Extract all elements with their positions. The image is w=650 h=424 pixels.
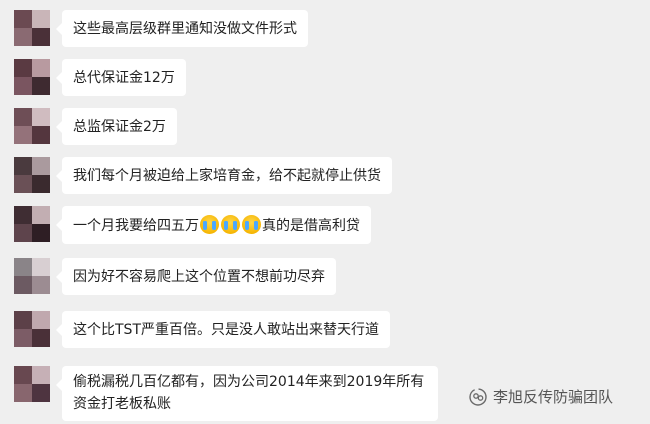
message-text-after: 真的是借高利贷 [262, 218, 360, 234]
message-text: 因为好不容易爬上这个位置不想前功尽弃 [73, 269, 325, 285]
avatar-pixel [14, 157, 32, 175]
avatar-pixel [14, 311, 32, 329]
message-bubble[interactable]: 总监保证金2万 [56, 108, 177, 145]
avatar-pixel [32, 10, 50, 28]
message-text: 总代保证金12万 [73, 70, 175, 86]
avatar-pixel [14, 175, 32, 193]
avatar-pixel [32, 366, 50, 384]
crying-face-icon [200, 215, 219, 234]
message-bubble[interactable]: 一个月我要给四五万 真的是借高利贷 [56, 206, 371, 244]
message-bubble[interactable]: 这些最高层级群里通知没做文件形式 [56, 10, 308, 47]
chat-message: 总监保证金2万 [14, 108, 177, 145]
message-bubble[interactable]: 偷税漏税几百亿都有，因为公司2014年来到2019年所有资金打老板私账 [56, 366, 438, 421]
avatar-pixel [14, 384, 32, 402]
avatar-pixel [32, 59, 50, 77]
avatar-pixel [32, 175, 50, 193]
avatar-pixel [32, 28, 50, 46]
avatar-pixel [14, 276, 32, 294]
message-bubble[interactable]: 总代保证金12万 [56, 59, 186, 96]
message-text-before: 一个月我要给四五万 [73, 218, 199, 234]
chat-message: 这个比TST严重百倍。只是没人敢站出来替天行道 [14, 311, 390, 348]
message-bubble[interactable]: 这个比TST严重百倍。只是没人敢站出来替天行道 [56, 311, 390, 348]
message-text: 这些最高层级群里通知没做文件形式 [73, 21, 297, 37]
avatar[interactable] [14, 108, 50, 144]
watermark-text: 李旭反传防骗团队 [493, 388, 614, 406]
message-text: 偷税漏税几百亿都有，因为公司2014年来到2019年所有资金打老板私账 [73, 374, 425, 412]
avatar-pixel [14, 126, 32, 144]
avatar-pixel [32, 258, 50, 276]
avatar-pixel [32, 126, 50, 144]
avatar[interactable] [14, 366, 50, 402]
avatar-pixel [32, 206, 50, 224]
message-text: 总监保证金2万 [73, 119, 166, 135]
avatar-pixel [14, 224, 32, 242]
chat-message: 偷税漏税几百亿都有，因为公司2014年来到2019年所有资金打老板私账 [14, 366, 438, 421]
avatar-pixel [14, 77, 32, 95]
chat-history: 这些最高层级群里通知没做文件形式 总代保证金12万 总监保证金2万 我们每个月被… [0, 0, 650, 424]
chat-message: 我们每个月被迫给上家培育金，给不起就停止供货 [14, 157, 392, 194]
avatar[interactable] [14, 311, 50, 347]
message-text: 我们每个月被迫给上家培育金，给不起就停止供货 [73, 168, 381, 184]
avatar-pixel [32, 77, 50, 95]
wechat-official-account-icon [469, 387, 487, 406]
avatar[interactable] [14, 206, 50, 242]
message-text: 这个比TST严重百倍。只是没人敢站出来替天行道 [73, 322, 379, 338]
avatar-pixel [14, 28, 32, 46]
avatar[interactable] [14, 59, 50, 95]
avatar-pixel [14, 329, 32, 347]
avatar-pixel [14, 59, 32, 77]
avatar-pixel [14, 366, 32, 384]
chat-message: 总代保证金12万 [14, 59, 186, 96]
chat-message: 一个月我要给四五万 真的是借高利贷 [14, 206, 371, 244]
avatar[interactable] [14, 10, 50, 46]
avatar[interactable] [14, 258, 50, 294]
watermark: 李旭反传防骗团队 [468, 386, 613, 407]
chat-message: 这些最高层级群里通知没做文件形式 [14, 10, 308, 47]
avatar-pixel [14, 258, 32, 276]
message-bubble[interactable]: 因为好不容易爬上这个位置不想前功尽弃 [56, 258, 336, 295]
avatar-pixel [32, 276, 50, 294]
avatar-pixel [14, 10, 32, 28]
avatar-pixel [32, 311, 50, 329]
avatar-pixel [32, 108, 50, 126]
crying-face-icon [242, 215, 261, 234]
avatar-pixel [14, 206, 32, 224]
avatar-pixel [32, 224, 50, 242]
message-bubble[interactable]: 我们每个月被迫给上家培育金，给不起就停止供货 [56, 157, 392, 194]
avatar-pixel [32, 329, 50, 347]
avatar[interactable] [14, 157, 50, 193]
avatar-pixel [32, 157, 50, 175]
avatar-pixel [32, 384, 50, 402]
avatar-pixel [14, 108, 32, 126]
crying-face-icon [221, 215, 240, 234]
chat-message: 因为好不容易爬上这个位置不想前功尽弃 [14, 258, 336, 295]
